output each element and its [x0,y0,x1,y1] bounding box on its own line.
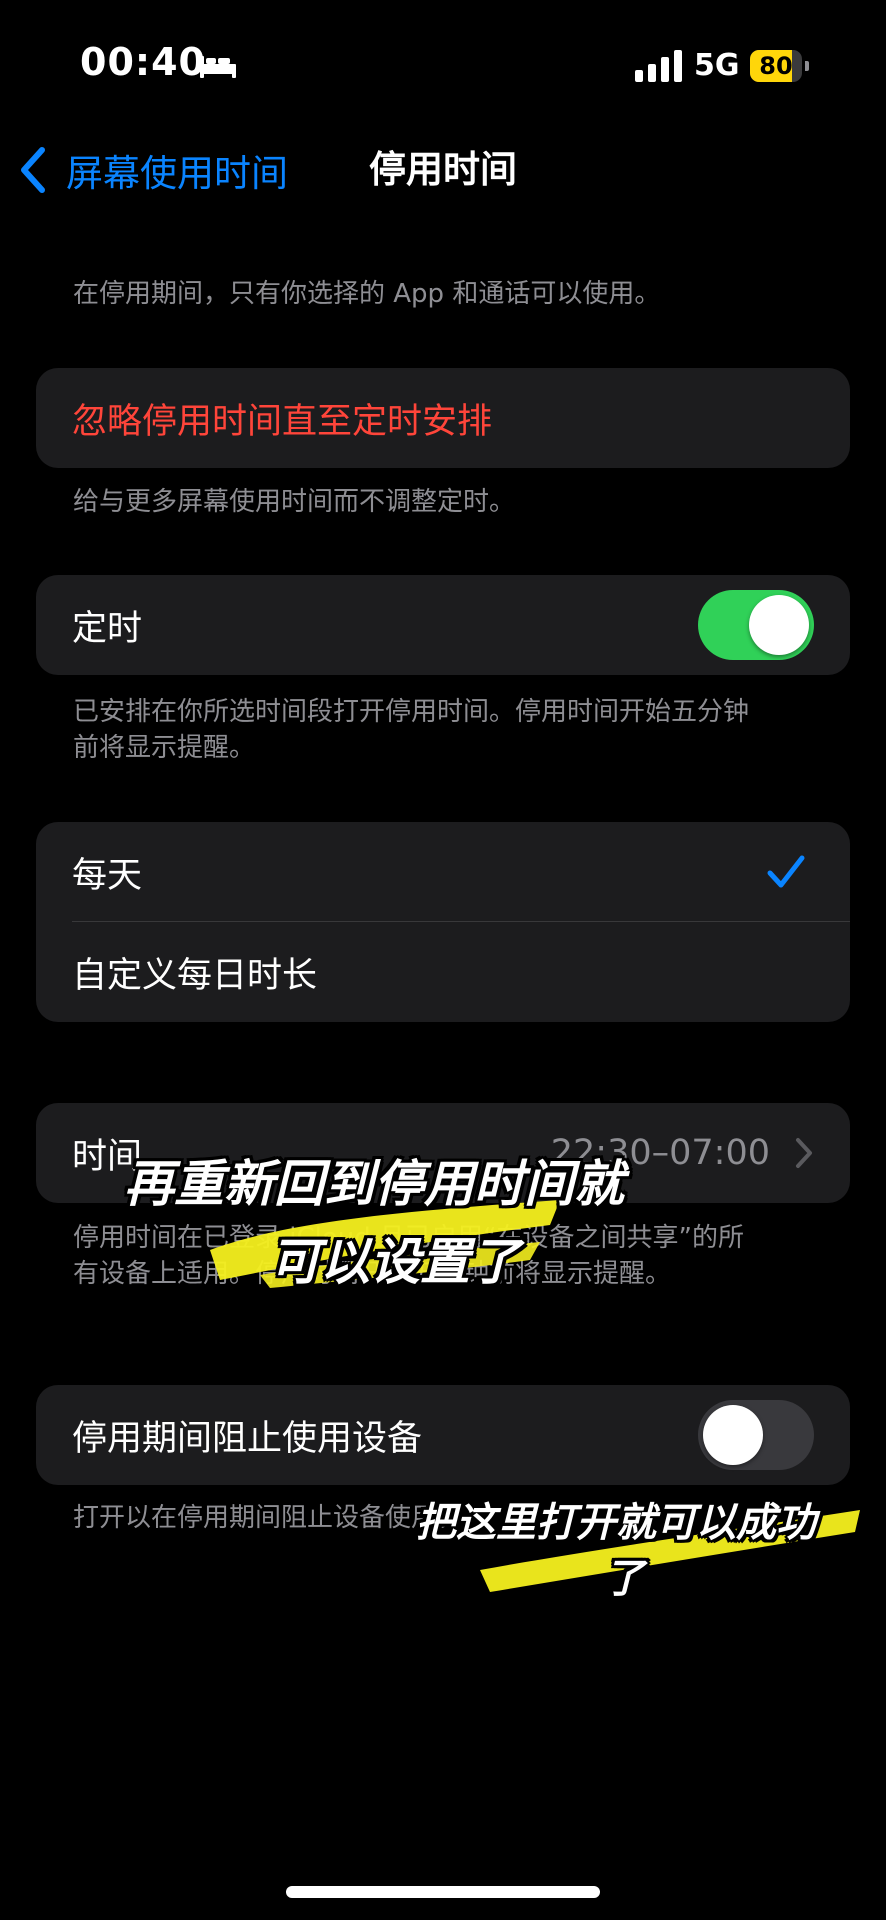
chevron-right-icon [796,1138,812,1168]
frequency-option-everyday[interactable]: 每天 [36,822,850,922]
ignore-downtime-card: 忽略停用时间直至定时安排 [36,368,850,468]
schedule-row: 定时 [36,575,850,675]
caption-1-line-1: 再重新回到停用时间就 [124,1155,624,1213]
page-title: 停用时间 [369,148,517,191]
toggle-knob [703,1405,763,1465]
back-label: 屏幕使用时间 [66,152,288,195]
chevron-left-icon [21,147,45,193]
frequency-option-custom[interactable]: 自定义每日时长 [36,922,850,1022]
block-device-card: 停用期间阻止使用设备 [36,1385,850,1485]
block-device-row: 停用期间阻止使用设备 [36,1385,850,1485]
block-device-toggle[interactable] [698,1400,814,1470]
battery-icon: 80 [750,50,810,82]
schedule-footnote: 已安排在你所选时间段打开停用时间。停用时间开始五分钟前将显示提醒。 [73,697,750,763]
frequency-card: 每天 自定义每日时长 [36,822,850,1022]
back-button[interactable]: 屏幕使用时间 [18,142,288,198]
battery-level: 80 [759,52,793,80]
toggle-knob [749,595,809,655]
schedule-toggle[interactable] [698,590,814,660]
status-time: 00:40 [80,40,206,84]
schedule-label: 定时 [72,608,143,649]
bed-icon [200,56,236,78]
home-indicator[interactable] [286,1886,600,1898]
caption-1-line-2: 可以设置了 [270,1233,520,1291]
frequency-option-label: 自定义每日时长 [72,955,318,996]
block-device-label: 停用期间阻止使用设备 [72,1418,423,1459]
caption-2-line-1: 把这里打开就可以成功 [416,1500,816,1546]
frequency-option-label: 每天 [72,855,143,896]
checkmark-icon [767,855,805,888]
network-type: 5G [694,48,740,83]
battery-cap [805,61,809,71]
cellular-signal-icon [635,50,682,82]
ignore-downtime-label: 忽略停用时间直至定时安排 [72,401,493,442]
caption-2-line-2: 了 [604,1556,644,1602]
schedule-card: 定时 [36,575,850,675]
intro-text: 在停用期间，只有你选择的 App 和通话可以使用。 [73,279,661,309]
ignore-downtime-footnote: 给与更多屏幕使用时间而不调整定时。 [73,487,516,517]
ignore-downtime-button[interactable]: 忽略停用时间直至定时安排 [36,368,850,468]
